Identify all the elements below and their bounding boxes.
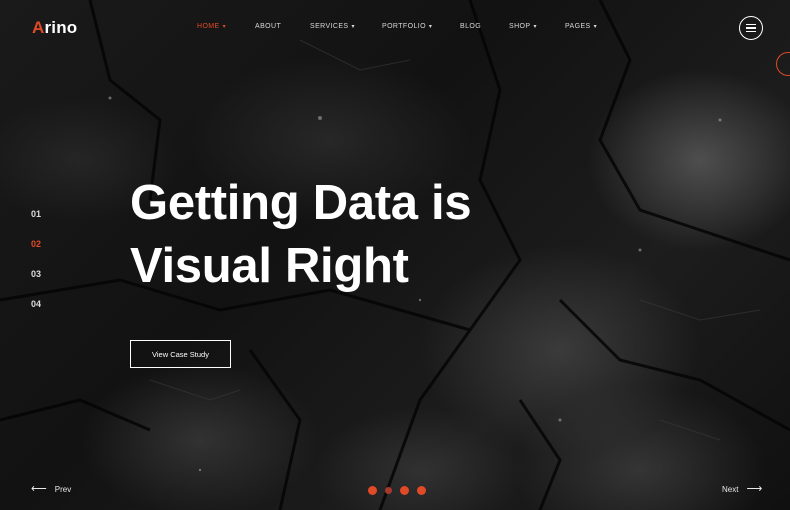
- next-label: Next: [722, 485, 739, 494]
- slide-number-list: 01 02 03 04: [31, 209, 41, 310]
- arrow-right-icon: ⟶: [746, 483, 763, 495]
- menu-bar: [746, 23, 756, 26]
- nav-item-services[interactable]: SERVICES ▾: [310, 23, 382, 30]
- logo-text: rino: [44, 18, 78, 37]
- next-slide-button[interactable]: Next ⟶: [722, 484, 762, 495]
- menu-bar: [746, 27, 756, 29]
- prev-slide-button[interactable]: ⟵ Prev: [31, 484, 71, 495]
- logo-accent-letter: A: [32, 18, 45, 37]
- chevron-down-icon: ▾: [351, 23, 355, 30]
- nav-item-about[interactable]: ABOUT: [255, 23, 310, 30]
- nav-item-label: ABOUT: [255, 23, 282, 30]
- chevron-down-icon: ▾: [533, 23, 537, 30]
- chevron-down-icon: ▾: [222, 23, 227, 30]
- slider-pagination: [368, 486, 426, 495]
- nav-item-portfolio[interactable]: PORTFOLIO ▾: [382, 23, 460, 30]
- nav-item-shop[interactable]: SHOP ▾: [509, 23, 565, 30]
- pagination-dot[interactable]: [417, 486, 426, 495]
- pagination-dot-active[interactable]: [385, 487, 392, 494]
- brand-logo[interactable]: Arino: [32, 18, 77, 38]
- nav-item-blog[interactable]: BLOG: [460, 23, 509, 30]
- nav-item-label: PORTFOLIO: [382, 23, 426, 30]
- slide-number-02[interactable]: 02: [31, 239, 41, 250]
- chevron-down-icon: ▾: [428, 23, 433, 30]
- nav-item-label: BLOG: [460, 23, 482, 30]
- arrow-left-icon: ⟵: [31, 483, 47, 495]
- hero-title-line-1: Getting Data is: [130, 176, 472, 230]
- nav-item-label: SHOP: [509, 23, 531, 30]
- chevron-down-icon: ▾: [593, 23, 598, 30]
- nav-item-label: PAGES: [565, 23, 591, 30]
- nav-item-label: HOME: [197, 23, 220, 30]
- main-navigation: HOME ▾ ABOUT SERVICES ▾ PORTFOLIO ▾ BLOG…: [197, 23, 615, 30]
- hamburger-menu-icon[interactable]: [739, 16, 763, 40]
- hero-title-line-2: Visual Right: [130, 239, 409, 293]
- pagination-dot[interactable]: [368, 486, 377, 495]
- prev-label: Prev: [54, 485, 72, 494]
- nav-item-pages[interactable]: PAGES ▾: [565, 23, 615, 30]
- menu-bar: [746, 30, 756, 33]
- slide-number-01[interactable]: 01: [31, 209, 41, 220]
- nav-item-label: SERVICES: [310, 23, 349, 30]
- view-case-study-button[interactable]: View Case Study: [130, 340, 231, 368]
- pagination-dot[interactable]: [400, 486, 409, 495]
- nav-item-home[interactable]: HOME ▾: [197, 23, 255, 30]
- slide-number-04[interactable]: 04: [31, 299, 41, 310]
- hero-title: Getting Data is Visual Right: [130, 172, 650, 298]
- slide-number-03[interactable]: 03: [31, 269, 41, 280]
